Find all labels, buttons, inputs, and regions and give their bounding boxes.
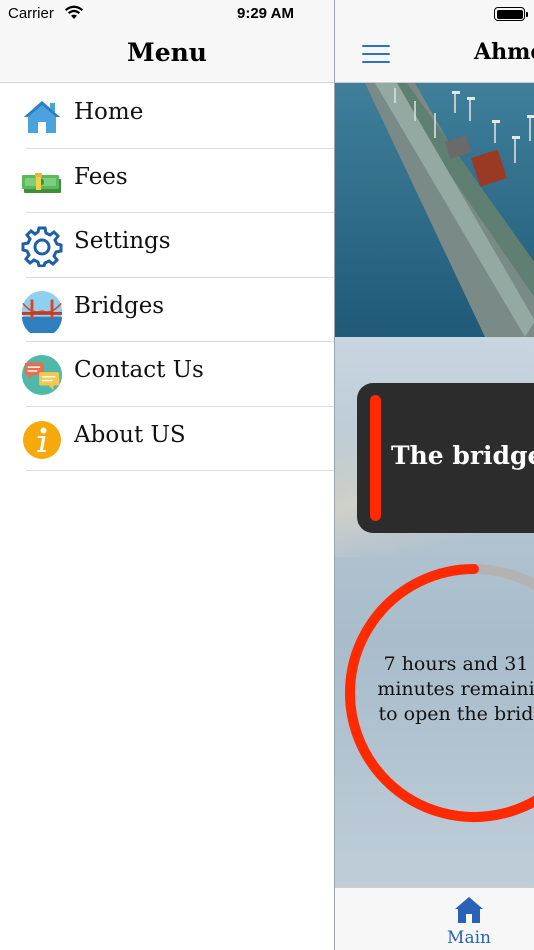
status-bar: Carrier 9:29 AM [0, 0, 534, 30]
menu-title: Menu [127, 38, 207, 67]
bridge-icon [21, 290, 63, 333]
menu-item-label: About US [74, 421, 186, 448]
notice-text: The bridge i [391, 441, 534, 470]
menu-item-label: Contact Us [74, 357, 204, 383]
bridge-status-notice: The bridge i [357, 383, 534, 533]
tab-bar: Main [335, 887, 534, 950]
bridge-photo [335, 83, 534, 337]
menu-item-label: Settings [74, 228, 171, 254]
carrier-label: Carrier [8, 5, 54, 22]
battery-icon [494, 7, 528, 21]
menu-item-home[interactable]: Home [0, 84, 334, 149]
menu-item-label: Fees [74, 163, 128, 190]
gear-icon [21, 225, 63, 267]
home-icon [455, 897, 483, 923]
menu-item-bridges[interactable]: Bridges [0, 278, 334, 342]
tab-main-label: Main [447, 928, 491, 948]
side-menu: Menu Home Fees Settings Bridges Contact … [0, 0, 334, 950]
countdown-line-3: to open the brid [378, 703, 534, 725]
wifi-icon [64, 5, 84, 24]
clock: 9:29 AM [237, 5, 294, 22]
menu-item-settings[interactable]: Settings [0, 213, 334, 278]
menu-item-label: Home [74, 99, 144, 125]
menu-item-label: Bridges [74, 292, 165, 319]
money-icon [21, 161, 63, 203]
page-title: Ahme [474, 39, 534, 65]
menu-item-contact-us[interactable]: Contact Us [0, 342, 334, 407]
tab-main[interactable]: Main [441, 896, 497, 948]
home-icon [21, 96, 63, 138]
menu-item-fees[interactable]: Fees [0, 149, 334, 213]
countdown-text: 7 hours and 31 minutes remaini to open t… [371, 652, 534, 727]
menu-list: Home Fees Settings Bridges Contact Us Ab… [0, 84, 334, 471]
menu-item-about-us[interactable]: About US [0, 407, 334, 471]
countdown-line-1: 7 hours and 31 [383, 653, 529, 675]
notice-accent-bar [370, 395, 381, 521]
countdown-line-2: minutes remaini [377, 678, 534, 700]
info-icon [21, 419, 63, 461]
hamburger-menu-icon[interactable] [362, 45, 390, 65]
main-screen: Ahme [334, 0, 534, 950]
chat-icon [21, 354, 63, 396]
